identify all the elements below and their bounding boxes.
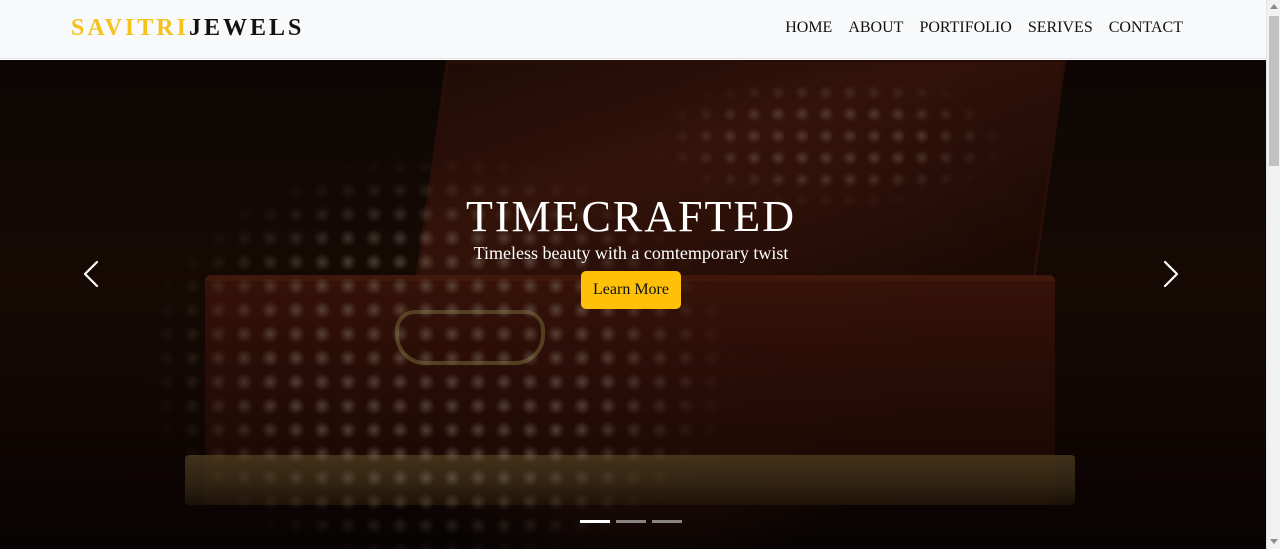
brand-name-part2: JEWELS bbox=[188, 15, 305, 41]
hero-title: TIMECRAFTED bbox=[466, 192, 796, 241]
chevron-left-icon bbox=[83, 260, 99, 288]
brand-name-part1: SAVITRI bbox=[71, 15, 189, 41]
navbar: SAVITRIJEWELS HOME ABOUT PORTIFOLIO SERI… bbox=[0, 0, 1266, 59]
carousel-indicator-3[interactable] bbox=[652, 520, 682, 523]
nav-item-services[interactable]: SERIVES bbox=[1028, 18, 1093, 38]
learn-more-button[interactable]: Learn More bbox=[581, 271, 681, 309]
carousel-indicator-1[interactable] bbox=[580, 520, 610, 523]
nav-item-contact[interactable]: CONTACT bbox=[1109, 18, 1183, 38]
brand-logo[interactable]: SAVITRIJEWELS bbox=[71, 14, 304, 42]
carousel-indicator-2[interactable] bbox=[616, 520, 646, 523]
scrollbar-thumb[interactable] bbox=[1269, 16, 1279, 166]
nav-item-about[interactable]: ABOUT bbox=[848, 18, 903, 38]
nav-item-home[interactable]: HOME bbox=[785, 18, 832, 38]
scroll-down-arrow-icon[interactable] bbox=[1270, 539, 1278, 544]
scroll-up-arrow-icon[interactable] bbox=[1270, 4, 1278, 9]
carousel-prev-button[interactable] bbox=[72, 254, 112, 294]
nav-item-portfolio[interactable]: PORTIFOLIO bbox=[919, 18, 1011, 38]
nav-menu: HOME ABOUT PORTIFOLIO SERIVES CONTACT bbox=[785, 18, 1183, 38]
chevron-right-icon bbox=[1163, 260, 1179, 288]
carousel-caption: TIMECRAFTED Timeless beauty with a comte… bbox=[0, 192, 1262, 309]
carousel-indicators bbox=[580, 520, 682, 523]
hero-subtitle: Timeless beauty with a comtemporary twis… bbox=[473, 243, 789, 263]
carousel-next-button[interactable] bbox=[1150, 254, 1190, 294]
page-scrollbar[interactable] bbox=[1266, 0, 1280, 549]
hero-carousel: TIMECRAFTED Timeless beauty with a comte… bbox=[0, 60, 1266, 549]
